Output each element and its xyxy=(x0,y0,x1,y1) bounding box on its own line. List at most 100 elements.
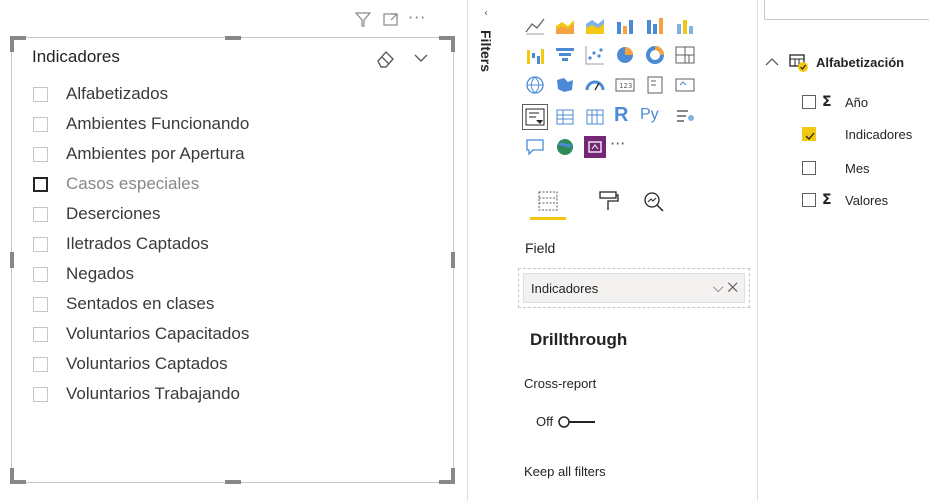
checkbox[interactable] xyxy=(33,86,48,102)
pie-chart-icon[interactable] xyxy=(614,44,636,66)
checkbox[interactable] xyxy=(33,146,48,162)
filter-icon[interactable] xyxy=(354,10,372,28)
tab-fields[interactable] xyxy=(530,190,566,220)
checkbox[interactable] xyxy=(802,193,816,207)
qa-visual-icon[interactable] xyxy=(524,136,546,158)
field-well-label: Field xyxy=(525,240,556,256)
checkbox-checked[interactable] xyxy=(802,127,816,141)
checkbox[interactable] xyxy=(802,161,816,175)
checkbox[interactable] xyxy=(802,95,816,109)
slicer-item[interactable]: Alfabetizados xyxy=(33,79,249,109)
resize-handle[interactable] xyxy=(451,36,455,52)
resize-handle[interactable] xyxy=(225,36,241,40)
slicer-item[interactable]: Voluntarios Captados xyxy=(33,349,249,379)
pane-divider xyxy=(757,0,758,501)
close-icon[interactable]: ✕ xyxy=(727,279,738,295)
slicer-item[interactable]: Voluntarios Trabajando xyxy=(33,379,249,409)
pane-divider xyxy=(467,0,468,501)
slicer-item[interactable]: Ambientes Funcionando xyxy=(33,109,249,139)
resize-handle[interactable] xyxy=(451,252,455,268)
funnel-chart-icon[interactable] xyxy=(554,44,576,66)
slicer-visual[interactable]: Indicadores Alfabetizados Ambientes Func… xyxy=(10,36,455,484)
area-chart-icon[interactable] xyxy=(554,14,576,36)
slicer-item-list: Alfabetizados Ambientes Funcionando Ambi… xyxy=(33,79,249,409)
gauge-icon[interactable] xyxy=(584,74,606,96)
donut-chart-icon[interactable] xyxy=(644,44,666,66)
chevron-down-icon[interactable]: ⌵ xyxy=(713,279,724,295)
field-item[interactable]: Σ Valores xyxy=(802,190,888,210)
line-chart-icon[interactable] xyxy=(524,14,546,36)
drillthrough-title: Drillthrough xyxy=(530,330,628,349)
checkbox[interactable] xyxy=(33,326,48,342)
ribbon-chart-icon[interactable] xyxy=(674,14,696,36)
slicer-item-label: Deserciones xyxy=(66,204,161,223)
slicer-item[interactable]: Voluntarios Capacitados xyxy=(33,319,249,349)
table-icon xyxy=(788,51,810,73)
chevron-down-icon[interactable] xyxy=(412,49,430,67)
arcgis-map-icon[interactable] xyxy=(554,136,576,158)
field-item[interactable]: Mes xyxy=(802,158,870,178)
scatter-chart-icon[interactable] xyxy=(584,44,606,66)
map-icon[interactable] xyxy=(524,74,546,96)
matrix-icon[interactable] xyxy=(584,106,606,128)
checkbox[interactable] xyxy=(33,296,48,312)
checkbox[interactable] xyxy=(33,266,48,282)
clear-selections-icon[interactable] xyxy=(374,49,396,69)
filters-pane-collapsed[interactable]: ‹ Filters xyxy=(478,8,498,128)
toggle-switch-icon[interactable] xyxy=(557,415,597,429)
chevron-up-icon[interactable] xyxy=(764,56,780,68)
slicer-item[interactable]: Casos especiales xyxy=(33,169,249,199)
stacked-area-chart-icon[interactable] xyxy=(584,14,606,36)
checkbox[interactable] xyxy=(33,206,48,222)
focus-mode-icon[interactable] xyxy=(382,10,400,28)
filled-map-icon[interactable] xyxy=(554,74,576,96)
treemap-icon[interactable] xyxy=(674,44,696,66)
checkbox[interactable] xyxy=(33,236,48,252)
more-visuals-icon[interactable]: ··· xyxy=(610,134,640,156)
field-name: Año xyxy=(845,94,869,110)
card-icon[interactable]: 123 xyxy=(614,74,636,96)
r-visual-icon[interactable]: R xyxy=(614,104,636,126)
field-item[interactable]: Σ Año xyxy=(802,92,868,112)
slicer-item[interactable]: Iletrados Captados xyxy=(33,229,249,259)
power-apps-icon[interactable] xyxy=(584,136,606,158)
line-stacked-column-icon[interactable] xyxy=(644,14,666,36)
checkbox[interactable] xyxy=(33,386,48,402)
multi-row-card-icon[interactable] xyxy=(644,74,666,96)
keep-all-filters-label: Keep all filters xyxy=(524,464,606,479)
checkbox[interactable] xyxy=(33,176,48,192)
slicer-item-label: Voluntarios Capacitados xyxy=(66,324,250,343)
cross-report-toggle[interactable]: Off xyxy=(536,414,597,429)
table-icon[interactable] xyxy=(554,106,576,128)
checkbox[interactable] xyxy=(33,356,48,372)
slicer-item[interactable]: Ambientes por Apertura xyxy=(33,139,249,169)
slicer-item[interactable]: Negados xyxy=(33,259,249,289)
line-clustered-column-icon[interactable] xyxy=(614,14,636,36)
resize-handle[interactable] xyxy=(10,252,14,268)
fields-tab-icon xyxy=(538,191,558,211)
more-options-icon[interactable]: ··· xyxy=(408,8,426,27)
field-well[interactable]: Indicadores ⌵ ✕ xyxy=(518,268,750,308)
resize-handle[interactable] xyxy=(10,468,14,484)
tab-format[interactable] xyxy=(594,190,622,214)
field-name: Valores xyxy=(845,192,889,208)
slicer-item-label: Alfabetizados xyxy=(66,84,169,103)
python-visual-icon[interactable]: Py xyxy=(640,106,666,128)
slicer-item[interactable]: Deserciones xyxy=(33,199,249,229)
slicer-item-label: Voluntarios Captados xyxy=(66,354,228,373)
kpi-icon[interactable] xyxy=(674,74,696,96)
field-item[interactable]: Indicadores xyxy=(802,124,912,144)
expand-caret-icon[interactable]: ‹ xyxy=(484,8,488,19)
resize-handle[interactable] xyxy=(225,480,241,484)
key-influencers-icon[interactable] xyxy=(674,106,696,128)
slicer-visual-icon[interactable] xyxy=(522,104,548,130)
resize-handle[interactable] xyxy=(451,468,455,484)
fields-search-input[interactable] xyxy=(764,0,929,20)
checkbox[interactable] xyxy=(33,116,48,132)
tab-analytics[interactable] xyxy=(640,190,668,214)
fields-table[interactable]: Alfabetización xyxy=(764,51,904,73)
field-pill[interactable]: Indicadores ⌵ ✕ xyxy=(523,273,745,303)
waterfall-chart-icon[interactable] xyxy=(524,44,546,66)
resize-handle[interactable] xyxy=(10,36,14,52)
slicer-item[interactable]: Sentados en clases xyxy=(33,289,249,319)
